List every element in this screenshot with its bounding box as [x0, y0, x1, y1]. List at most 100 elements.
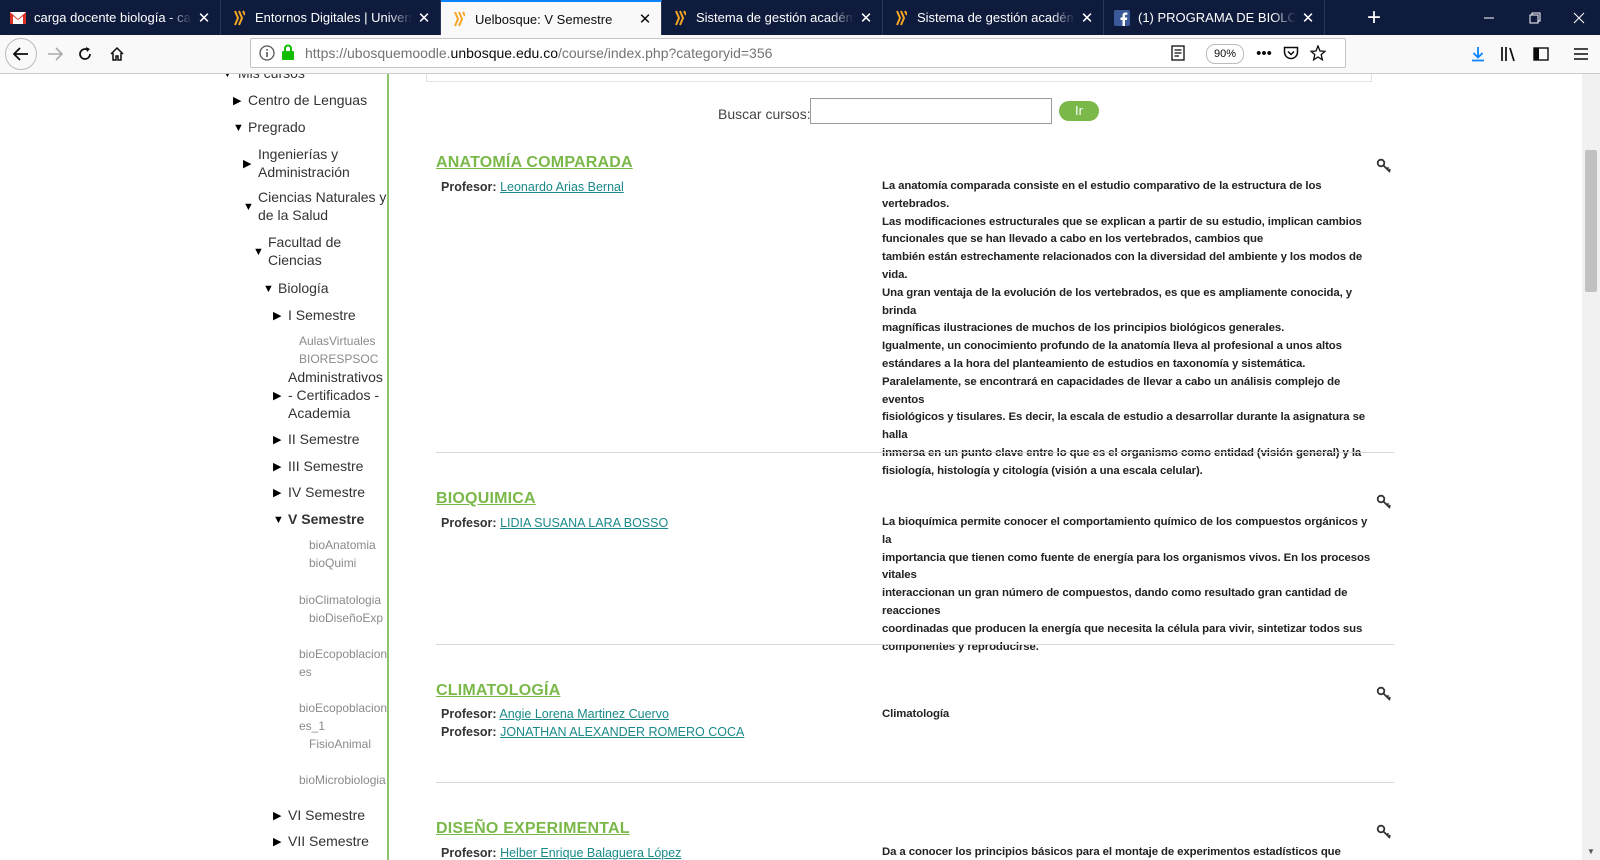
tree-node-ciencias-naturales[interactable]: ▼ Ciencias Naturales y de la Salud [243, 188, 391, 224]
tree-leaf-bioanatomia[interactable]: bioAnatomia [309, 536, 376, 554]
tab-bar: carga docente biología - campus ✕ Entorn… [0, 0, 1600, 36]
navigation-bar: https://ubosquemoodle.unbosque.edu.co/co… [0, 35, 1600, 74]
forward-button[interactable] [40, 39, 70, 69]
expanded-icon: ▼ [263, 283, 274, 295]
reload-icon [79, 47, 91, 60]
close-tab-icon[interactable]: ✕ [1300, 9, 1316, 27]
course-title-link[interactable]: ANATOMÍA COMPARADA [436, 154, 633, 172]
restore-icon[interactable] [1512, 0, 1558, 35]
tree-node-sem4[interactable]: ▶ IV Semestre [273, 483, 365, 501]
tree-leaf-bioquimi[interactable]: bioQuimi [309, 554, 356, 572]
summary-line: también están estrechamente relacionados… [882, 251, 1363, 281]
course-title-link[interactable]: BIOQUIMICA [436, 490, 536, 508]
page-scrollbar[interactable]: ▼ [1582, 74, 1600, 860]
info-icon[interactable] [259, 45, 275, 66]
course-teacher: Profesor: Leonardo Arias Bernal [441, 180, 624, 194]
tree-node-sem6[interactable]: ▶ VI Semestre [273, 806, 365, 824]
tree-leaf-fisioanimal[interactable]: FisioAnimal [309, 735, 371, 753]
tree-node-pregrado[interactable]: ▼ Pregrado [233, 118, 306, 136]
tree-node-sem3[interactable]: ▶ III Semestre [273, 457, 363, 475]
reload-button[interactable] [70, 39, 100, 69]
teacher-label: Profesor: [441, 707, 497, 721]
close-tab-icon[interactable]: ✕ [416, 9, 432, 27]
summary-line: estándares a la hora del planteamiento d… [882, 357, 1306, 370]
course-title-link[interactable]: DISEÑO EXPERIMENTAL [436, 820, 630, 838]
tree-leaf-aulas-virtuales[interactable]: AulasVirtuales [299, 332, 376, 350]
gmail-icon [10, 10, 26, 26]
tree-label: VI Semestre [288, 807, 366, 823]
teacher-link[interactable]: LIDIA SUSANA LARA BOSSO [500, 516, 668, 530]
teacher-link[interactable]: Leonardo Arias Bernal [500, 180, 624, 194]
key-icon [1376, 494, 1392, 510]
reader-view-icon[interactable] [1166, 42, 1190, 64]
new-tab-button[interactable]: + [1356, 0, 1392, 35]
tree-label: VII Semestre [288, 833, 369, 849]
menu-button[interactable] [1566, 39, 1596, 69]
summary-line: Da a conocer los principios básicos para… [882, 846, 1341, 858]
scrollbar-thumb[interactable] [1585, 150, 1597, 292]
close-tab-icon[interactable]: ✕ [637, 10, 653, 28]
collapsed-icon: ▶ [243, 158, 252, 170]
tree-node-biologia[interactable]: ▼ Biología [263, 279, 329, 297]
tree-leaf-bioecopoblaciones[interactable]: bioEcopoblaciones [299, 645, 391, 681]
tree-label: Administrativos - Certificados - Academi… [288, 369, 383, 421]
tree-label: I Semestre [288, 307, 356, 323]
course-title-link[interactable]: CLIMATOLOGÍA [436, 682, 560, 700]
tree-leaf-biomicrobiologia[interactable]: bioMicrobiologia [299, 771, 386, 789]
tab-sistema-1[interactable]: Sistema de gestión académica - Universid… [662, 0, 883, 35]
close-tab-icon[interactable]: ✕ [196, 9, 212, 27]
downloads-button[interactable] [1463, 39, 1493, 69]
tree-node-centro-lenguas[interactable]: ▶ Centro de Lenguas [233, 91, 367, 109]
tab-sistema-2[interactable]: Sistema de gestión académica - Universid… [883, 0, 1104, 35]
key-icon [1376, 824, 1392, 840]
back-button[interactable] [5, 38, 37, 70]
minimize-icon[interactable] [1466, 0, 1512, 35]
summary-line: Climatología [882, 708, 950, 720]
close-tab-icon[interactable]: ✕ [1079, 9, 1095, 27]
bookmark-star-icon[interactable] [1306, 42, 1330, 64]
tree-label: Facultad de Ciencias [268, 234, 342, 268]
tab-v-semestre[interactable]: Uelbosque: V Semestre ✕ [441, 0, 662, 36]
search-go-button[interactable]: Ir [1059, 101, 1099, 121]
tree-node-sem7[interactable]: ▶ VII Semestre [273, 832, 369, 850]
course-teacher: Profesor: LIDIA SUSANA LARA BOSSO [441, 516, 668, 530]
home-button[interactable] [102, 39, 132, 69]
tab-facebook[interactable]: (1) PROGRAMA DE BIOLOGÍA - Facebook ✕ [1104, 0, 1325, 35]
close-tab-icon[interactable]: ✕ [858, 9, 874, 27]
close-window-icon[interactable] [1556, 0, 1600, 35]
scroll-down-arrow-icon[interactable]: ▼ [1587, 847, 1595, 856]
tree-node-sem1[interactable]: ▶ I Semestre [273, 306, 356, 324]
page-actions-icon[interactable]: ••• [1252, 42, 1276, 64]
search-input[interactable] [810, 98, 1052, 124]
teacher-link[interactable]: JONATHAN ALEXANDER ROMERO COCA [500, 725, 744, 739]
tree-leaf-biodisenoexp[interactable]: bioDiseñoExp [309, 609, 383, 627]
tree-node-administrativos[interactable]: ▶ Administrativos - Certificados - Academ… [273, 368, 391, 422]
tree-label: Ingenierías y Administración [258, 146, 350, 180]
zoom-indicator[interactable]: 90% [1206, 44, 1244, 64]
url-domain: unbosque.edu.co [450, 45, 558, 61]
tree-node-sem5[interactable]: ▼ V Semestre [273, 510, 364, 528]
tree-leaf-bioclimatologia[interactable]: bioClimatologia [299, 591, 381, 609]
teacher-link[interactable]: Helber Enrique Balaguera López [500, 846, 681, 860]
teacher-link[interactable]: Angie Lorena Martinez Cuervo [499, 707, 669, 721]
collapsed-icon: ▶ [273, 461, 282, 473]
url-text[interactable]: https://ubosquemoodle.unbosque.edu.co/co… [305, 45, 772, 61]
pocket-icon[interactable] [1279, 42, 1303, 64]
home-icon [110, 46, 124, 61]
tab-entornos[interactable]: Entornos Digitales | Universidad El Bosq… [221, 0, 441, 35]
tree-node-mis-cursos[interactable]: ▼Mis cursos [222, 74, 305, 82]
sidebar-toggle-button[interactable] [1526, 39, 1556, 69]
summary-line: inmersa en un punto clave entre lo que e… [882, 445, 1378, 463]
tree-leaf-biorespsoc[interactable]: BIORESPSOC [299, 350, 378, 368]
course-summary: La bioquímica permite conocer el comport… [882, 514, 1378, 656]
expanded-icon: ▼ [273, 514, 284, 526]
library-button[interactable] [1494, 39, 1524, 69]
tab-gmail[interactable]: carga docente biología - campus ✕ [0, 0, 221, 35]
collapsed-icon: ▶ [273, 487, 282, 499]
tree-node-ingenierias[interactable]: ▶ Ingenierías y Administración [243, 145, 383, 181]
tree-node-sem2[interactable]: ▶ II Semestre [273, 430, 360, 448]
tree-node-facultad-ciencias[interactable]: ▼ Facultad de Ciencias [253, 233, 373, 269]
tree-leaf-bioecopoblaciones-1[interactable]: bioEcopoblaciones_1 [299, 699, 391, 735]
url-bar[interactable]: https://ubosquemoodle.unbosque.edu.co/co… [250, 38, 1346, 68]
course-summary: Da a conocer los principios básicos para… [882, 844, 1378, 860]
